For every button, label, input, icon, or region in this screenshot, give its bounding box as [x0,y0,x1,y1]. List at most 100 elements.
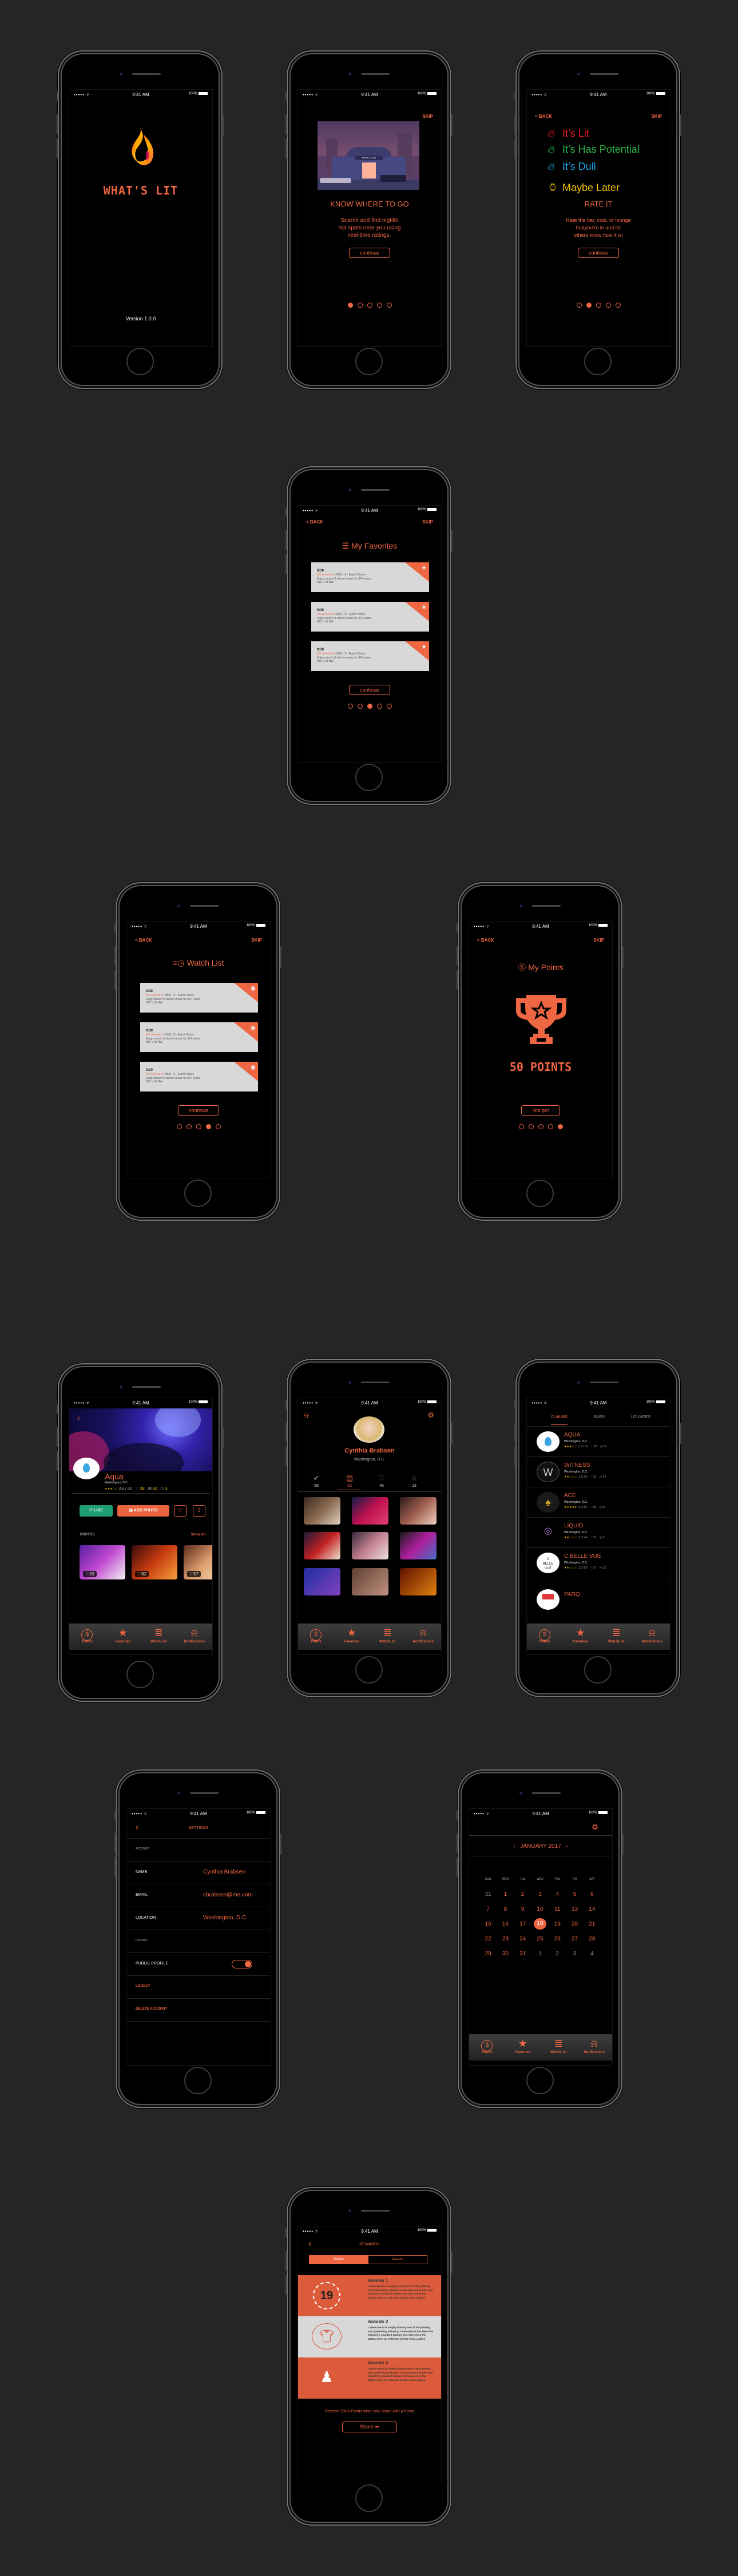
calendar-day[interactable]: 31 [514,1951,531,1957]
photo-thumb[interactable] [304,1532,340,1559]
calendar-day[interactable]: 3 [566,1951,583,1957]
skip-button[interactable]: SKIP [422,114,433,119]
calendar-day[interactable]: 1 [497,1891,514,1898]
calendar-day[interactable]: 17 [514,1921,531,1927]
stat-likes[interactable]: ♡ 46 [370,1474,393,1488]
award-item[interactable]: ♟︎ Awards 3 Lorem Ipsum is simply dummy … [298,2357,441,2399]
calendar-day[interactable]: 7 [479,1906,497,1912]
photo-thumb[interactable]: ♡33 [80,1545,125,1579]
home-button[interactable] [355,2484,383,2512]
photo-thumb[interactable]: ♡82 [132,1545,177,1579]
favorite-star-button[interactable]: ☆ [174,1505,187,1517]
name-row[interactable]: NAME Cynthia Brabsen [127,1861,270,1884]
award-item[interactable]: 👕︎ Awards 2 Lorem Ipsum is simply dummy … [298,2316,441,2357]
show-all-link[interactable]: Show All [191,1533,205,1537]
gear-icon[interactable]: ⚙ [592,1823,598,1832]
page-dot-2[interactable] [186,1124,192,1129]
venue-card[interactable]: ★ 9:30 4.5 ★★★★⯪ (953) · $ · Event Venue… [311,602,429,632]
calendar-day[interactable]: 28 [584,1936,601,1942]
page-dot-4[interactable] [376,303,382,308]
stat-checkins[interactable]: ✔ 58 [305,1474,328,1488]
calendar-day[interactable]: 11 [549,1906,566,1912]
page-dot-1[interactable] [176,1124,182,1129]
back-chevron-icon[interactable]: ‹ [77,1413,80,1422]
star-icon[interactable]: ★ [421,604,427,611]
tab-favorites[interactable]: ★ Favorites [334,1624,370,1650]
calendar-day[interactable]: 9 [514,1906,531,1912]
skip-button[interactable]: SKIP [593,938,604,943]
share-button[interactable]: Share ➦ [342,2422,398,2432]
star-icon[interactable]: ★ [421,643,427,650]
share-button[interactable]: ⇪ [193,1505,205,1517]
tab-points[interactable]: $ Points [298,1624,334,1650]
award-item[interactable]: 19 Awards 1 Lorem Ipsum is simply dummy … [298,2275,441,2316]
location-row[interactable]: LOCATION Washington, D.C. [127,1907,270,1930]
page-dot-5[interactable] [386,704,392,709]
calendar-day[interactable]: 29 [479,1951,497,1957]
photo-thumb[interactable] [304,1497,340,1525]
page-dot-3[interactable] [367,704,372,709]
stat-favorites[interactable]: ☆ 13 [403,1474,426,1488]
page-dot-2[interactable] [357,303,363,308]
page-dot-5[interactable] [386,303,392,308]
next-month-button[interactable]: › [566,1843,568,1849]
home-button[interactable] [526,2067,554,2094]
calendar-day[interactable]: 2 [514,1891,531,1898]
calendar-day[interactable]: 27 [566,1936,583,1942]
calendar-day[interactable]: 21 [584,1921,601,1927]
venue-card[interactable]: ◉ 9:30 4.5 ★★★★⯪ (953) · $ · Event Venue… [140,1062,258,1091]
calendar-day[interactable]: 10 [531,1906,549,1912]
calendar-day[interactable]: 3 [531,1891,549,1898]
calendar-day[interactable]: 19 [549,1921,566,1927]
calendar-day[interactable]: 4 [549,1891,566,1898]
venue-card[interactable]: ★ 9:30 4.5 ★★★★⯪ (953) · $ · Event Venue… [311,641,429,671]
page-dot-4[interactable] [376,704,382,709]
calendar-day[interactable]: 24 [514,1936,531,1942]
continue-button[interactable]: continue [348,248,391,258]
tab-watchlist[interactable]: ≣ WatchList [141,1624,177,1650]
tab-lounges[interactable]: LOUNGES [631,1415,650,1419]
calendar-day[interactable]: 18 [531,1918,549,1930]
page-dot-4[interactable] [547,1124,553,1129]
like-button[interactable]: ♡ LIKE [80,1505,113,1517]
calendar-day[interactable]: 8 [497,1906,514,1912]
venue-card[interactable]: ★ 9:30 4.5 ★★★★⯪ (953) · $ · Event Venue… [311,562,429,592]
calendar-day[interactable]: 2 [549,1951,566,1957]
page-dot-4[interactable] [605,303,611,308]
skip-button[interactable]: SKIP [251,938,262,943]
page-dot-2[interactable] [528,1124,534,1129]
calendar-day[interactable]: 25 [531,1936,549,1942]
calendar-day[interactable]: 1 [531,1951,549,1957]
home-button[interactable] [355,1656,383,1684]
page-dot-1[interactable] [576,303,582,308]
venue-card[interactable]: ◉ 9:30 4.5 ★★★★⯪ (953) · $ · Event Venue… [140,983,258,1013]
home-button[interactable] [126,348,154,375]
tab-watchlist[interactable]: ≣ WatchList [541,2034,577,2061]
calendar-day[interactable]: 30 [497,1951,514,1957]
page-dot-5[interactable] [615,303,621,308]
calendar-day[interactable]: 22 [479,1936,497,1942]
page-dot-1[interactable] [347,303,353,308]
home-button[interactable] [184,1180,212,1207]
home-button[interactable] [584,348,612,375]
prev-month-button[interactable]: ‹ [514,1843,515,1849]
tab-awards[interactable]: Awards [368,2256,427,2264]
calendar-day[interactable]: 26 [549,1936,566,1942]
home-button[interactable] [526,1180,554,1207]
home-button[interactable] [184,2067,212,2094]
calendar-day[interactable]: 15 [479,1921,497,1927]
photo-thumb[interactable]: ♡57 [184,1545,212,1579]
skip-button[interactable]: SKIP [651,114,662,119]
home-button[interactable] [584,1656,612,1684]
page-dot-3[interactable] [196,1124,201,1129]
page-dot-3[interactable] [596,303,601,308]
star-icon[interactable]: ★ [421,564,427,571]
page-dot-1[interactable] [518,1124,524,1129]
calendar-day[interactable]: 23 [497,1936,514,1942]
back-button[interactable]: < BACK [477,938,494,943]
page-dot-3[interactable] [538,1124,543,1129]
photo-thumb[interactable] [400,1497,437,1525]
delete-account-row[interactable]: DELETE ACCOUNT [127,1999,270,2022]
eye-icon[interactable]: ◉ [250,1024,256,1031]
page-dot-1[interactable] [347,704,353,709]
